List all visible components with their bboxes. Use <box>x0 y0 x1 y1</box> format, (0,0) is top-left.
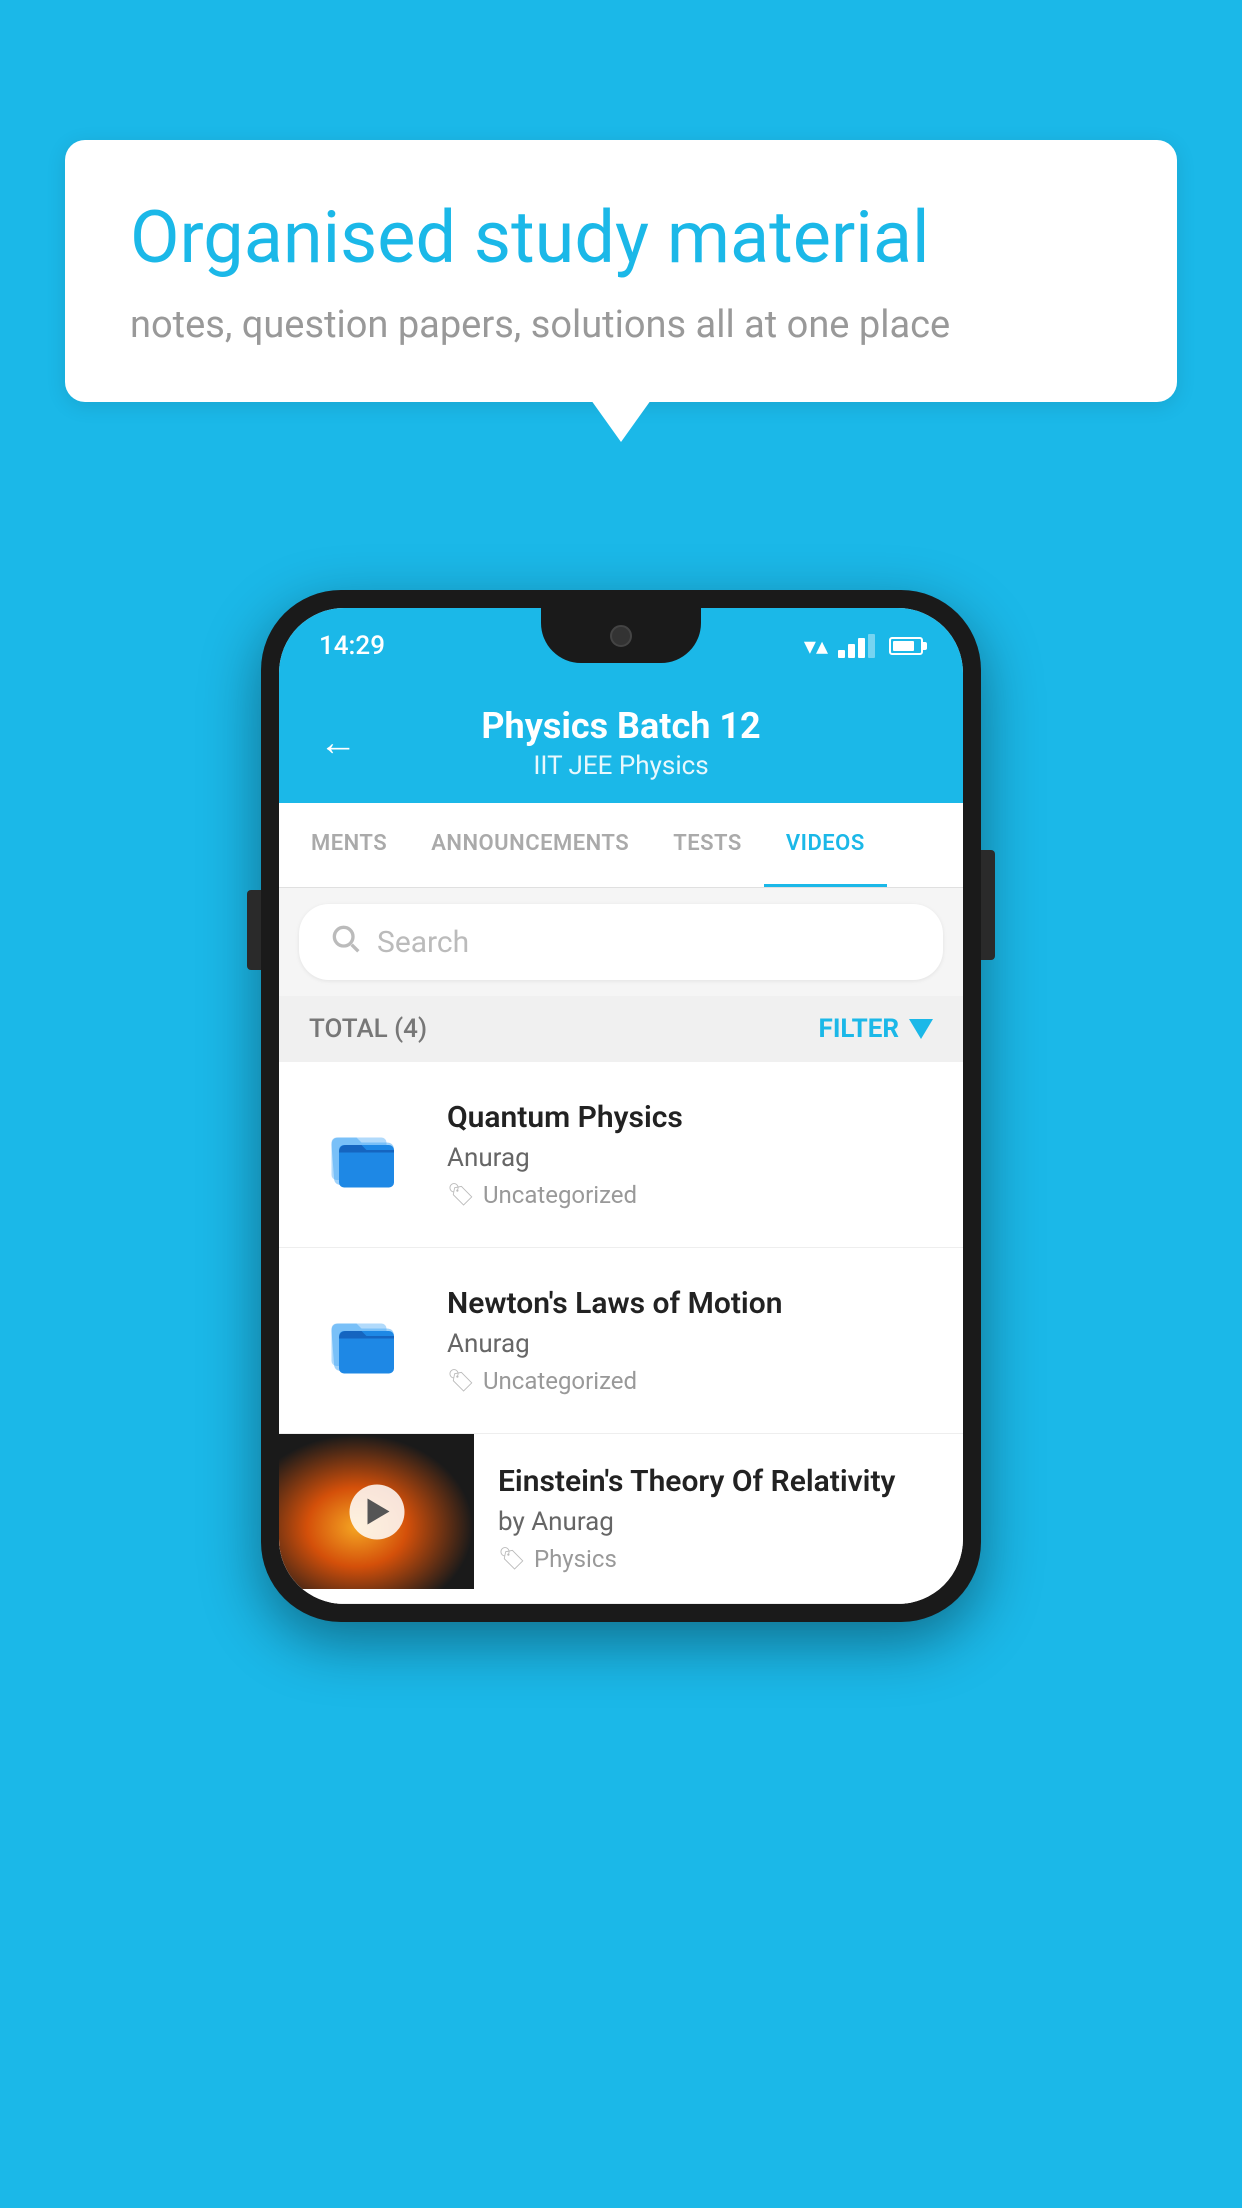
speech-bubble-title: Organised study material <box>130 195 1112 281</box>
video-item-info: Newton's Laws of Motion Anurag 🏷 Uncateg… <box>447 1286 933 1395</box>
phone-outer-shell: 14:29 ▾▴ <box>261 590 981 1622</box>
search-icon <box>329 922 361 962</box>
filter-button[interactable]: FILTER <box>819 1014 933 1044</box>
phone-mockup: 14:29 ▾▴ <box>261 590 981 1622</box>
search-placeholder: Search <box>377 925 469 960</box>
tag-icon: 🏷 <box>498 1547 526 1572</box>
signal-bars-icon <box>838 634 875 658</box>
search-bar[interactable]: Search <box>299 904 943 980</box>
video-list: Quantum Physics Anurag 🏷 Uncategorized <box>279 1062 963 1604</box>
header-text-group: Physics Batch 12 IIT JEE Physics <box>387 705 855 781</box>
phone-screen: 14:29 ▾▴ <box>279 608 963 1604</box>
filter-bar: TOTAL (4) FILTER <box>279 996 963 1062</box>
video-title: Einstein's Theory Of Relativity <box>498 1464 939 1499</box>
tag-icon: 🏷 <box>447 1183 475 1208</box>
status-time: 14:29 <box>319 631 385 661</box>
video-item-info: Quantum Physics Anurag 🏷 Uncategorized <box>447 1100 933 1209</box>
status-bar: 14:29 ▾▴ <box>279 608 963 683</box>
speech-bubble-section: Organised study material notes, question… <box>65 140 1177 402</box>
tab-ments[interactable]: MENTS <box>289 803 409 887</box>
tab-videos[interactable]: VIDEOS <box>764 803 887 887</box>
camera-dot <box>610 625 632 647</box>
tab-announcements[interactable]: ANNOUNCEMENTS <box>409 803 651 887</box>
video-tag: 🏷 Uncategorized <box>447 1181 933 1209</box>
status-icons: ▾▴ <box>804 632 923 660</box>
list-item[interactable]: Einstein's Theory Of Relativity by Anura… <box>279 1434 963 1604</box>
video-thumbnail <box>279 1434 474 1589</box>
speech-bubble-subtitle: notes, question papers, solutions all at… <box>130 303 1112 347</box>
tabs-bar: MENTS ANNOUNCEMENTS TESTS VIDEOS <box>279 803 963 888</box>
video-title: Quantum Physics <box>447 1100 933 1135</box>
tag-icon: 🏷 <box>447 1369 475 1394</box>
tab-tests[interactable]: TESTS <box>651 803 764 887</box>
video-title: Newton's Laws of Motion <box>447 1286 933 1321</box>
video-item-info: Einstein's Theory Of Relativity by Anura… <box>474 1434 963 1603</box>
filter-label: FILTER <box>819 1014 899 1044</box>
list-item[interactable]: Quantum Physics Anurag 🏷 Uncategorized <box>279 1062 963 1248</box>
battery-icon <box>889 637 923 655</box>
video-author: Anurag <box>447 1329 933 1359</box>
filter-icon <box>909 1019 933 1039</box>
tag-label: Physics <box>534 1545 617 1573</box>
notch <box>541 608 701 663</box>
video-folder-icon <box>309 1110 419 1200</box>
search-container: Search <box>279 888 963 996</box>
video-author: Anurag <box>447 1143 933 1173</box>
video-tag: 🏷 Uncategorized <box>447 1367 933 1395</box>
total-count: TOTAL (4) <box>309 1014 427 1044</box>
header-title: Physics Batch 12 <box>387 705 855 747</box>
wifi-icon: ▾▴ <box>804 632 828 660</box>
tag-label: Uncategorized <box>483 1181 637 1209</box>
video-author: by Anurag <box>498 1507 939 1537</box>
back-button[interactable]: ← <box>319 721 357 765</box>
list-item[interactable]: Newton's Laws of Motion Anurag 🏷 Uncateg… <box>279 1248 963 1434</box>
header-subtitle: IIT JEE Physics <box>387 751 855 781</box>
play-button[interactable] <box>349 1484 404 1539</box>
video-folder-icon <box>309 1296 419 1386</box>
app-header: ← Physics Batch 12 IIT JEE Physics <box>279 683 963 803</box>
speech-bubble-card: Organised study material notes, question… <box>65 140 1177 402</box>
video-tag: 🏷 Physics <box>498 1545 939 1573</box>
tag-label: Uncategorized <box>483 1367 637 1395</box>
play-icon <box>368 1499 390 1525</box>
